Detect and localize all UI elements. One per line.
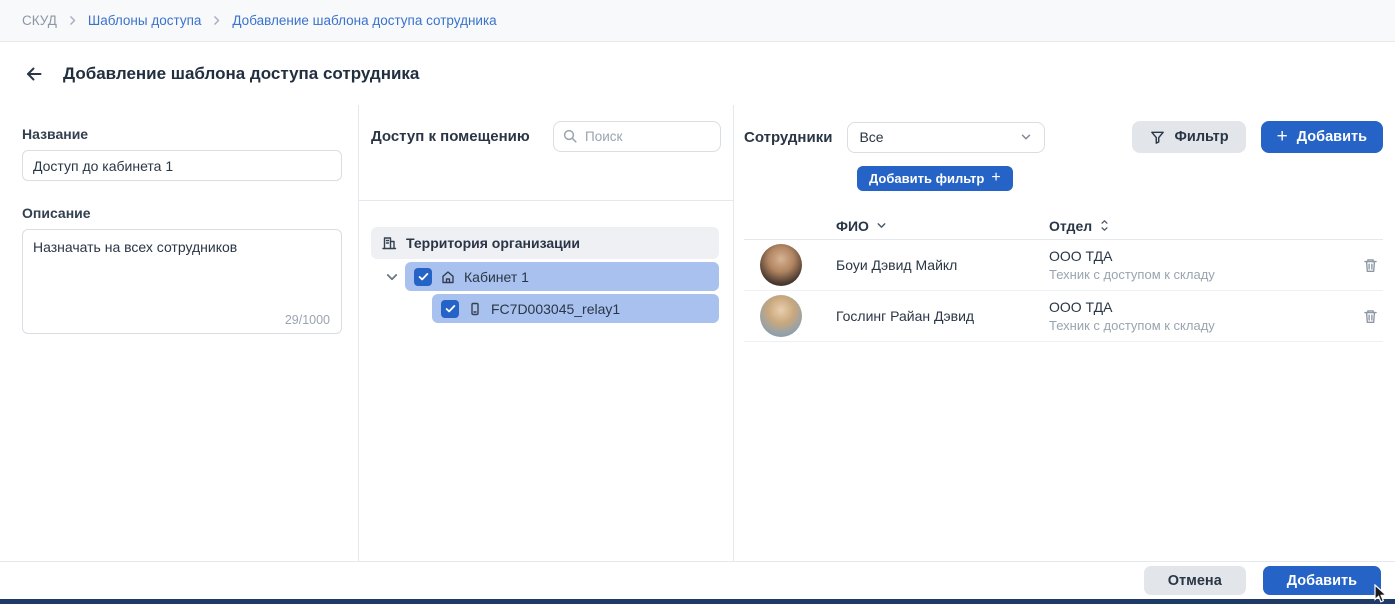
add-filter-button[interactable]: Добавить фильтр + bbox=[857, 166, 1013, 191]
breadcrumb-item-skud[interactable]: СКУД bbox=[22, 13, 57, 28]
search-icon bbox=[562, 128, 578, 144]
footer-bar: Отмена Добавить bbox=[0, 561, 1395, 599]
plus-icon: + bbox=[991, 170, 1000, 186]
delete-employee-button[interactable] bbox=[1358, 253, 1383, 278]
add-employee-button[interactable]: + Добавить bbox=[1261, 121, 1383, 153]
add-button-label: Добавить bbox=[1297, 129, 1367, 145]
sort-desc-icon bbox=[875, 219, 888, 232]
employee-position: Техник с доступом к складу bbox=[1049, 318, 1339, 333]
search-input[interactable] bbox=[553, 121, 721, 152]
room-access-header: Доступ к помещению bbox=[359, 105, 733, 201]
column-header-otdel[interactable]: Отдел bbox=[1049, 218, 1339, 234]
table-row[interactable]: Боуи Дэвид Майкл ООО ТДА Техник с доступ… bbox=[744, 240, 1383, 291]
tree-node-kabinet-1[interactable]: Кабинет 1 bbox=[405, 262, 719, 291]
name-input[interactable] bbox=[22, 150, 342, 181]
filter-button-label: Фильтр bbox=[1175, 129, 1229, 145]
room-tree: Территория организации Кабинет 1 bbox=[359, 201, 733, 323]
column-header-otdel-label: Отдел bbox=[1049, 218, 1092, 234]
chevron-right-icon bbox=[210, 14, 223, 27]
chevron-down-icon[interactable] bbox=[384, 269, 402, 285]
employees-title: Сотрудники bbox=[744, 129, 832, 146]
content-area: Название Описание Назначать на всех сотр… bbox=[0, 105, 1395, 561]
table-header-row: ФИО Отдел bbox=[744, 212, 1383, 240]
filter-button[interactable]: Фильтр bbox=[1132, 121, 1246, 153]
funnel-icon bbox=[1149, 129, 1166, 146]
employee-position: Техник с доступом к складу bbox=[1049, 267, 1339, 282]
tree-node-label: Кабинет 1 bbox=[464, 269, 529, 285]
template-form-panel: Название Описание Назначать на всех сотр… bbox=[0, 105, 359, 561]
bottom-strip bbox=[0, 599, 1395, 604]
employee-org: ООО ТДА bbox=[1049, 299, 1339, 315]
tree-root-territory[interactable]: Территория организации bbox=[371, 227, 719, 259]
avatar bbox=[760, 295, 802, 337]
employee-org: ООО ТДА bbox=[1049, 248, 1339, 264]
employee-dept: ООО ТДА Техник с доступом к складу bbox=[1049, 299, 1339, 333]
employee-dept: ООО ТДА Техник с доступом к складу bbox=[1049, 248, 1339, 282]
column-header-fio[interactable]: ФИО bbox=[836, 218, 1049, 234]
employees-panel: Сотрудники Все Фильтр + Добавить bbox=[734, 105, 1395, 561]
home-icon bbox=[440, 269, 456, 285]
relay-device-icon bbox=[467, 301, 483, 317]
name-field-label: Название bbox=[22, 126, 342, 142]
search-box bbox=[553, 121, 721, 152]
employees-table: ФИО Отдел Боуи Дэвид М bbox=[744, 212, 1383, 342]
char-counter: 29/1000 bbox=[285, 313, 330, 327]
tree-row-device: FC7D003045_relay1 bbox=[371, 294, 719, 323]
room-access-title: Доступ к помещению bbox=[371, 128, 530, 145]
breadcrumb-item-templates[interactable]: Шаблоны доступа bbox=[88, 13, 202, 28]
room-access-panel: Доступ к помещению Территория организаци… bbox=[359, 105, 734, 561]
back-button[interactable] bbox=[22, 62, 46, 86]
add-filter-label: Добавить фильтр bbox=[869, 171, 984, 186]
chevron-right-icon bbox=[66, 14, 79, 27]
select-value: Все bbox=[859, 129, 883, 145]
cancel-button[interactable]: Отмена bbox=[1144, 566, 1246, 595]
breadcrumb: СКУД Шаблоны доступа Добавление шаблона … bbox=[0, 0, 1395, 42]
avatar-cell bbox=[744, 244, 836, 286]
checkbox-checked[interactable] bbox=[441, 300, 459, 318]
employee-name: Гослинг Райан Дэвид bbox=[836, 308, 1049, 324]
tree-node-relay[interactable]: FC7D003045_relay1 bbox=[432, 294, 719, 323]
employees-filter-select[interactable]: Все bbox=[847, 122, 1045, 153]
delete-employee-button[interactable] bbox=[1358, 304, 1383, 329]
description-wrap: Назначать на всех сотрудников 29/1000 bbox=[22, 229, 342, 339]
tree-row-room: Кабинет 1 bbox=[371, 262, 719, 291]
description-field-label: Описание bbox=[22, 205, 342, 221]
table-row[interactable]: Гослинг Райан Дэвид ООО ТДА Техник с дос… bbox=[744, 291, 1383, 342]
plus-icon: + bbox=[1277, 127, 1288, 146]
actions-cell bbox=[1339, 304, 1383, 329]
app-window: СКУД Шаблоны доступа Добавление шаблона … bbox=[0, 0, 1395, 604]
actions-cell bbox=[1339, 253, 1383, 278]
page-title: Добавление шаблона доступа сотрудника bbox=[63, 64, 419, 84]
add-filter-row: Добавить фильтр + bbox=[744, 153, 1383, 191]
title-bar: Добавление шаблона доступа сотрудника bbox=[0, 42, 1395, 105]
chevron-down-icon bbox=[1019, 130, 1033, 144]
building-icon bbox=[381, 235, 397, 251]
submit-button[interactable]: Добавить bbox=[1263, 566, 1381, 595]
breadcrumb-item-current[interactable]: Добавление шаблона доступа сотрудника bbox=[232, 13, 496, 28]
avatar-cell bbox=[744, 295, 836, 337]
employee-name: Боуи Дэвид Майкл bbox=[836, 257, 1049, 273]
checkbox-checked[interactable] bbox=[414, 268, 432, 286]
avatar bbox=[760, 244, 802, 286]
column-header-fio-label: ФИО bbox=[836, 218, 869, 234]
tree-root-label: Территория организации bbox=[406, 235, 580, 251]
employees-header: Сотрудники Все Фильтр + Добавить bbox=[744, 105, 1383, 153]
tree-node-label: FC7D003045_relay1 bbox=[491, 301, 620, 317]
sort-both-icon bbox=[1098, 219, 1111, 232]
